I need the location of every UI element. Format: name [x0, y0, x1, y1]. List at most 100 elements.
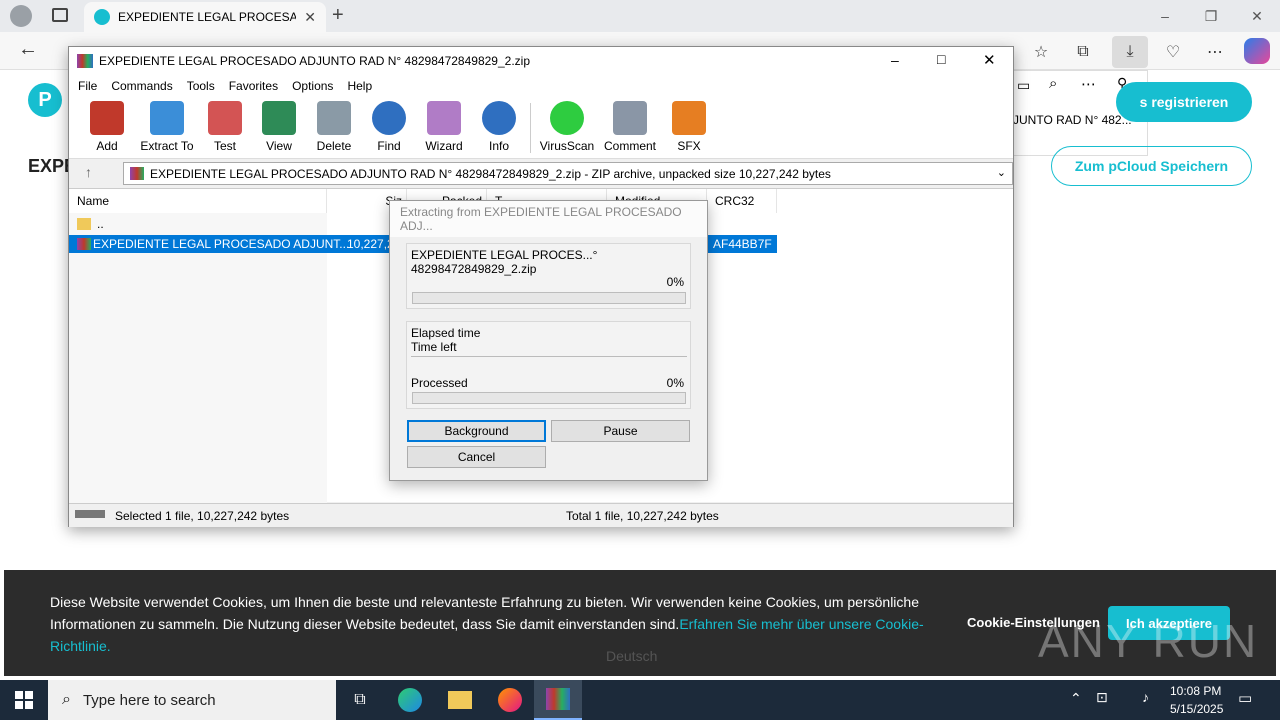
up-arrow-icon[interactable]: ↑ — [85, 164, 92, 180]
copilot-icon[interactable] — [1244, 38, 1270, 64]
tool-extract-button[interactable]: Extract To — [135, 101, 199, 157]
menu-commands[interactable]: Commands — [104, 79, 179, 93]
divider — [411, 356, 687, 357]
chevron-down-icon[interactable]: ⌄ — [997, 166, 1006, 179]
find-icon — [372, 101, 406, 135]
taskbar-search[interactable]: ⌕ Type here to search — [48, 680, 336, 720]
extract-icon — [150, 101, 184, 135]
row-crc: AF44BB7F — [713, 237, 772, 251]
collections-icon[interactable]: ⧉ — [1068, 38, 1098, 66]
clock-time[interactable]: 10:08 PM — [1170, 684, 1221, 698]
tool-label: Extract To — [140, 139, 194, 153]
background-button[interactable]: Background — [407, 420, 546, 442]
save-to-pcloud-button[interactable]: Zum pCloud Speichern — [1051, 146, 1252, 186]
tab-actions-icon[interactable] — [52, 8, 68, 22]
tool-wizard-button[interactable]: Wizard — [414, 101, 474, 157]
menu-file[interactable]: File — [71, 79, 104, 93]
column-crc[interactable]: CRC32 — [707, 189, 777, 213]
winrar-minimize-icon[interactable]: – — [891, 52, 899, 68]
minimize-icon[interactable]: – — [1142, 0, 1188, 32]
tool-info-button[interactable]: Info — [469, 101, 529, 157]
winrar-taskbar-icon[interactable] — [534, 680, 582, 720]
elapsed-time-label: Elapsed time — [411, 326, 481, 340]
search-icon: ⌕ — [62, 691, 71, 708]
wizard-icon — [427, 101, 461, 135]
more-menu-icon[interactable]: ⋯ — [1200, 38, 1230, 66]
tool-view-button[interactable]: View — [249, 101, 309, 157]
processed-progress-bar — [412, 392, 686, 404]
tool-comment-button[interactable]: Comment — [599, 101, 661, 157]
folder-icon — [77, 218, 91, 230]
time-left-label: Time left — [411, 340, 457, 354]
folder-icon[interactable]: ▭ — [1017, 77, 1030, 94]
more-icon[interactable]: ⋯ — [1081, 75, 1096, 93]
menu-help[interactable]: Help — [340, 79, 379, 93]
cookie-policy-link[interactable]: Erfahren Sie mehr über unsere Cookie- — [679, 616, 923, 632]
pcloud-favicon-icon — [94, 9, 110, 25]
tool-label: Test — [213, 139, 236, 153]
file-explorer-icon[interactable] — [436, 680, 484, 720]
language-text[interactable]: Deutsch — [606, 648, 657, 664]
browser-tab-strip: EXPEDIENTE LEGAL PROCESADO ✕ + – ❐ ✕ — [0, 0, 1280, 32]
menu-favorites[interactable]: Favorites — [222, 79, 285, 93]
cookie-policy-link-end[interactable]: Richtlinie. — [50, 638, 111, 654]
winrar-title: EXPEDIENTE LEGAL PROCESADO ADJUNTO RAD N… — [99, 54, 530, 68]
row-size: 10,227,2 — [347, 237, 394, 251]
download-item-name[interactable]: JUNTO RAD N° 482... — [1013, 113, 1132, 127]
clock-date[interactable]: 5/15/2025 — [1170, 702, 1223, 716]
extract-file-name: EXPEDIENTE LEGAL PROCES...° 482984728498… — [411, 248, 598, 276]
archive-icon — [77, 238, 91, 250]
cookie-text-line2: Informationen zu sammeln. Die Nutzung di… — [50, 616, 924, 632]
firefox-icon[interactable] — [486, 680, 534, 720]
tool-label: Comment — [603, 139, 656, 153]
tool-label: Find — [377, 139, 401, 153]
drive-icon — [75, 510, 105, 518]
volume-icon[interactable]: ♪ — [1142, 689, 1149, 705]
winrar-title-bar: EXPEDIENTE LEGAL PROCESADO ADJUNTO RAD N… — [69, 47, 1013, 75]
back-icon[interactable]: ← — [18, 38, 38, 61]
profile-icon[interactable] — [10, 5, 32, 27]
tool-virusscan-button[interactable]: VirusScan — [535, 101, 599, 157]
processed-percent: 0% — [666, 376, 684, 390]
tab-close-icon[interactable]: ✕ — [304, 9, 316, 26]
archive-icon — [130, 167, 144, 180]
winrar-close-icon[interactable]: ✕ — [983, 51, 996, 69]
pause-button[interactable]: Pause — [551, 420, 690, 442]
start-icon[interactable] — [0, 680, 48, 720]
winrar-menu-bar: File Commands Tools Favorites Options He… — [69, 75, 1013, 97]
status-right: Total 1 file, 10,227,242 bytes — [566, 509, 719, 523]
column-name[interactable]: Name — [69, 189, 327, 213]
tool-add-button[interactable]: Add — [77, 101, 137, 157]
network-icon[interactable]: ⊡ — [1096, 689, 1108, 706]
row-name: .. — [97, 217, 104, 231]
winrar-maximize-icon[interactable]: □ — [937, 51, 945, 67]
winrar-app-icon — [77, 54, 93, 68]
new-tab-button[interactable]: + — [332, 4, 344, 27]
tab-title: EXPEDIENTE LEGAL PROCESADO — [118, 10, 297, 24]
browser-essentials-icon[interactable]: ♡ — [1158, 38, 1188, 66]
delete-icon — [317, 101, 351, 135]
edge-icon[interactable] — [386, 680, 434, 720]
tool-test-button[interactable]: Test — [195, 101, 255, 157]
favorites-icon[interactable]: ☆ — [1026, 38, 1056, 66]
tool-sfx-button[interactable]: SFX — [659, 101, 719, 157]
cookie-text-line1: Diese Website verwendet Cookies, um Ihne… — [50, 594, 919, 610]
menu-tools[interactable]: Tools — [180, 79, 222, 93]
path-field[interactable]: EXPEDIENTE LEGAL PROCESADO ADJUNTO RAD N… — [123, 162, 1013, 185]
close-icon[interactable]: ✕ — [1234, 0, 1280, 32]
tool-find-button[interactable]: Find — [359, 101, 419, 157]
downloads-icon[interactable]: ⤓ — [1112, 36, 1148, 68]
task-view-icon[interactable]: ⧉ — [336, 680, 384, 720]
notifications-icon[interactable]: ▭ — [1238, 689, 1252, 707]
browser-tab[interactable]: EXPEDIENTE LEGAL PROCESADO ✕ — [84, 2, 326, 32]
restore-icon[interactable]: ❐ — [1188, 0, 1234, 32]
register-button[interactable]: s registrieren — [1116, 82, 1252, 122]
tool-delete-button[interactable]: Delete — [304, 101, 364, 157]
show-hidden-icons[interactable]: ⌃ — [1070, 690, 1082, 707]
tool-label: VirusScan — [539, 139, 595, 153]
menu-options[interactable]: Options — [285, 79, 340, 93]
search-icon[interactable]: ⌕ — [1049, 75, 1057, 92]
view-icon — [262, 101, 296, 135]
cancel-button[interactable]: Cancel — [407, 446, 546, 468]
status-bar: Selected 1 file, 10,227,242 bytes Total … — [69, 503, 1013, 527]
